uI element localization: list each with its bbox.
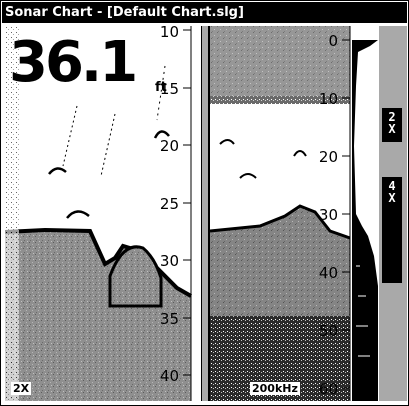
zoom-scale-label: 30	[160, 252, 179, 270]
fish-arch	[219, 139, 235, 145]
fish-arch	[48, 167, 67, 175]
zoom-4x-button[interactable]: 4X	[382, 177, 402, 283]
full-scale-label: 0	[328, 32, 338, 50]
fish-arch	[293, 150, 307, 157]
noise-streak	[62, 105, 78, 167]
zoom-4x-label: 4X	[388, 179, 396, 205]
full-scale-label: 10	[319, 90, 338, 108]
full-scale-label: 30	[319, 206, 338, 224]
zoom-scale-label: 35	[160, 310, 179, 328]
sonar-window: Sonar Chart - [Default Chart.slg] 10 15 …	[0, 0, 409, 406]
full-sonar-graph: 0 10 20 30 40 50 60	[210, 26, 378, 401]
zoom-2x-button[interactable]: 2X	[382, 108, 402, 142]
fish-arch	[66, 210, 90, 219]
window-title: Sonar Chart - [Default Chart.slg]	[2, 2, 407, 23]
zoom-scale-label: 25	[160, 195, 179, 213]
full-scale-label: 20	[319, 148, 338, 166]
a-scope	[352, 40, 378, 401]
zoom-scale-label: 10	[160, 26, 179, 41]
title-separator	[2, 23, 407, 25]
zoom-scale-label: 40	[160, 367, 179, 385]
zoom-2x-label: 2X	[388, 110, 396, 136]
full-scale-label: 40	[319, 264, 338, 282]
full-scale-label: 50	[319, 322, 338, 340]
depth-unit-label: ft	[155, 80, 167, 95]
full-scale-label: 60	[319, 380, 338, 398]
zoom-scale-label: 20	[160, 137, 179, 155]
digital-depth-readout: 36.1	[9, 30, 138, 95]
noise-streak	[100, 113, 116, 177]
fish-arch	[239, 173, 257, 179]
zoom-level-label: 2X	[11, 382, 32, 395]
full-sonar-pane[interactable]: 0 10 20 30 40 50 60 200kHz	[208, 26, 380, 401]
frequency-label: 200kHz	[250, 382, 300, 395]
